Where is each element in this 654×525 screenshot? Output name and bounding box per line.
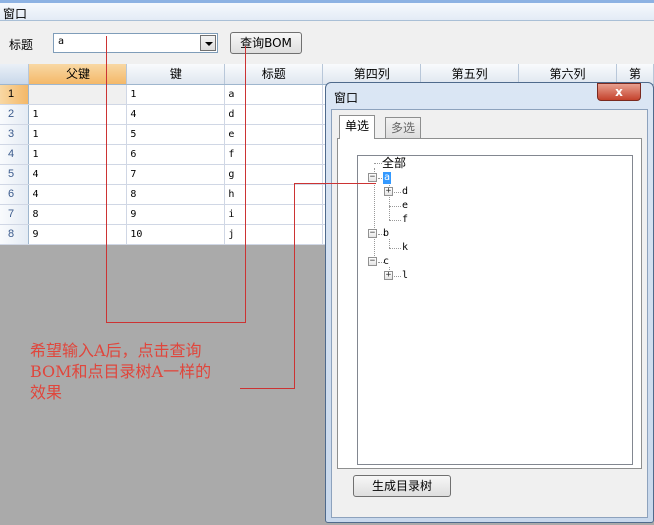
annotation-text: 希望输入A后，点击查询 BOM和点目录树A一样的 效果 <box>30 340 240 403</box>
column-header-col4[interactable]: 第四列 <box>322 64 422 85</box>
grid-corner[interactable] <box>0 64 30 85</box>
callout-line <box>294 183 295 389</box>
tree-node-k[interactable]: k <box>402 242 408 254</box>
column-header-key[interactable]: 键 <box>126 64 226 85</box>
tree-connector <box>389 206 401 207</box>
tree-connector <box>389 220 401 221</box>
cell-key[interactable]: 10 <box>126 224 226 245</box>
column-header-col7[interactable]: 第 <box>616 64 654 85</box>
tree-node-l[interactable]: l <box>402 270 408 282</box>
row-header[interactable]: 6 <box>0 184 30 205</box>
cell-key[interactable]: 6 <box>126 144 226 165</box>
window-title: 窗口 <box>3 7 28 21</box>
title-combobox[interactable]: a <box>53 33 218 53</box>
dialog-body: 单选 多选 全部 − a + d e f − b k − c + l 生成目录树 <box>331 109 648 518</box>
cell-title[interactable]: a <box>224 84 324 105</box>
tree-node-root[interactable]: 全部 <box>382 157 406 169</box>
row-header[interactable]: 1 <box>0 84 30 105</box>
cell-parent-key[interactable]: 4 <box>28 164 128 185</box>
cell-title[interactable]: g <box>224 164 324 185</box>
cell-title[interactable]: j <box>224 224 324 245</box>
title-combobox-value: a <box>58 36 65 47</box>
generate-tree-button[interactable]: 生成目录树 <box>353 475 451 497</box>
row-header[interactable]: 2 <box>0 104 30 125</box>
tree-connector <box>389 239 390 248</box>
cell-title[interactable]: e <box>224 124 324 145</box>
cell-parent-key[interactable]: 9 <box>28 224 128 245</box>
tree-node-a[interactable]: a <box>383 172 392 184</box>
tab-panel: 全部 − a + d e f − b k − c + l <box>337 138 642 469</box>
cell-key[interactable]: 9 <box>126 204 226 225</box>
cell-parent-key[interactable]: 1 <box>28 144 128 165</box>
tab-single-select[interactable]: 单选 <box>339 115 376 139</box>
tree-node-e[interactable]: e <box>402 200 408 212</box>
cell-title[interactable]: d <box>224 104 324 125</box>
annotation-line: BOM和点目录树A一样的 <box>30 362 212 381</box>
callout-line <box>245 46 246 323</box>
column-header-col6[interactable]: 第六列 <box>518 64 618 85</box>
cell-parent-key[interactable]: 8 <box>28 204 128 225</box>
tree-dialog: 窗口 x 单选 多选 全部 − a + d e f − b k − c + l … <box>325 82 654 523</box>
cell-key[interactable]: 7 <box>126 164 226 185</box>
callout-line <box>240 388 295 389</box>
cell-key[interactable]: 5 <box>126 124 226 145</box>
column-header-title[interactable]: 标题 <box>224 64 324 85</box>
tree-view[interactable]: 全部 − a + d e f − b k − c + l <box>357 155 633 465</box>
query-bom-button[interactable]: 查询BOM <box>230 32 302 54</box>
row-header[interactable]: 7 <box>0 204 30 225</box>
tree-connector <box>394 276 401 277</box>
collapse-icon[interactable]: − <box>368 229 377 238</box>
title-label: 标题 <box>9 38 34 52</box>
cell-key[interactable]: 1 <box>126 84 226 105</box>
callout-line <box>294 183 376 184</box>
cell-key[interactable]: 4 <box>126 104 226 125</box>
column-header-parent-key[interactable]: 父键 <box>28 64 128 85</box>
chevron-down-icon[interactable] <box>200 35 216 51</box>
dialog-title: 窗口 <box>334 91 359 105</box>
expand-icon[interactable]: + <box>384 271 393 280</box>
tree-connector <box>374 163 382 164</box>
callout-line <box>106 36 107 323</box>
collapse-icon[interactable]: − <box>368 257 377 266</box>
column-header-col5[interactable]: 第五列 <box>420 64 520 85</box>
cell-key[interactable]: 8 <box>126 184 226 205</box>
collapse-icon[interactable]: − <box>368 173 377 182</box>
tree-node-d[interactable]: d <box>402 186 408 198</box>
tab-multi-select[interactable]: 多选 <box>385 117 422 139</box>
tree-node-f[interactable]: f <box>402 214 408 226</box>
tree-connector <box>389 248 401 249</box>
cell-title[interactable]: i <box>224 204 324 225</box>
cell-title[interactable]: h <box>224 184 324 205</box>
tree-node-b[interactable]: b <box>383 228 389 240</box>
main-titlebar: 窗口 <box>0 0 654 21</box>
row-header[interactable]: 4 <box>0 144 30 165</box>
cell-parent-key[interactable] <box>28 84 128 105</box>
cell-title[interactable]: f <box>224 144 324 165</box>
row-header[interactable]: 3 <box>0 124 30 145</box>
row-header[interactable]: 8 <box>0 224 30 245</box>
row-header[interactable]: 5 <box>0 164 30 185</box>
annotation-line: 希望输入A后，点击查询 <box>30 341 202 360</box>
cell-parent-key[interactable]: 4 <box>28 184 128 205</box>
tree-connector <box>394 192 401 193</box>
cell-parent-key[interactable]: 1 <box>28 124 128 145</box>
tree-node-c[interactable]: c <box>383 256 389 268</box>
annotation-line: 效果 <box>30 383 63 402</box>
expand-icon[interactable]: + <box>384 187 393 196</box>
close-icon[interactable]: x <box>597 83 641 101</box>
callout-line <box>106 322 246 323</box>
cell-parent-key[interactable]: 1 <box>28 104 128 125</box>
